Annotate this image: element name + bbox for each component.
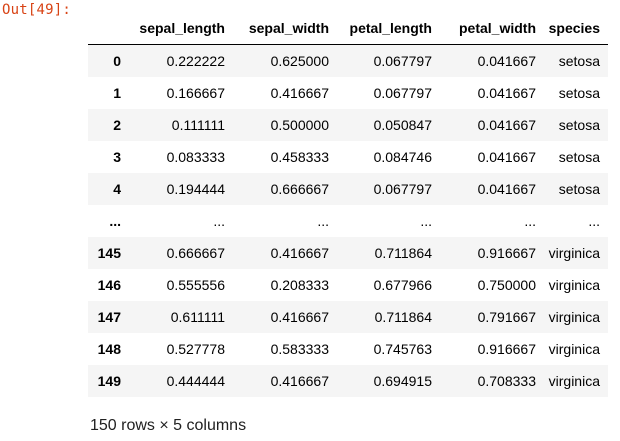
row-index: 2 [113, 117, 121, 133]
column-header-petal-width: petal_width [440, 12, 544, 45]
cell-petal-length: 0.067797 [373, 181, 432, 197]
output-prompt-label: Out[49]: [2, 2, 72, 18]
cell-species: setosa [558, 85, 600, 101]
cell-sepal-length: 0.083333 [166, 149, 225, 165]
cell-sepal-length: 0.611111 [170, 309, 225, 325]
table-row: 4 0.194444 0.666667 0.067797 0.041667 se… [88, 173, 608, 205]
dataframe-table: sepal_length sepal_width petal_length pe… [88, 12, 608, 397]
cell-sepal-width: 0.666667 [270, 181, 329, 197]
cell-petal-length: 0.067797 [373, 53, 432, 69]
cell-petal-width: 0.791667 [477, 309, 536, 325]
cell-sepal-width: 0.208333 [270, 277, 329, 293]
cell-sepal-width: 0.583333 [270, 341, 329, 357]
cell-sepal-length: 0.166667 [166, 85, 225, 101]
row-index: 145 [97, 245, 121, 261]
row-index: ... [109, 213, 121, 229]
cell-species: setosa [558, 149, 600, 165]
cell-sepal-width: 0.416667 [270, 373, 329, 389]
cell-petal-width: 0.750000 [477, 277, 536, 293]
table-body: 0 0.222222 0.625000 0.067797 0.041667 se… [88, 44, 608, 397]
cell-sepal-width: 0.500000 [270, 117, 329, 133]
cell-sepal-length: 0.666667 [166, 245, 225, 261]
cell-petal-length: 0.677966 [373, 277, 432, 293]
cell-petal-width: 0.916667 [477, 245, 536, 261]
cell-petal-width: 0.041667 [477, 85, 536, 101]
column-header-sepal-length: sepal_length [133, 12, 233, 45]
cell-ellipsis: ... [524, 213, 536, 229]
row-index: 148 [97, 341, 121, 357]
row-index: 146 [97, 277, 121, 293]
table-row: 145 0.666667 0.416667 0.711864 0.916667 … [88, 237, 608, 269]
cell-sepal-width: 0.625000 [270, 53, 329, 69]
cell-species: virginica [548, 309, 600, 325]
cell-petal-width: 0.041667 [477, 181, 536, 197]
cell-species: virginica [548, 245, 600, 261]
cell-species: virginica [548, 341, 600, 357]
column-header-species: species [544, 12, 608, 45]
table-header: sepal_length sepal_width petal_length pe… [88, 12, 608, 45]
cell-species: setosa [558, 53, 600, 69]
table-row: 0 0.222222 0.625000 0.067797 0.041667 se… [88, 44, 608, 77]
cell-sepal-length: 0.222222 [166, 53, 225, 69]
cell-petal-length: 0.711864 [374, 309, 432, 325]
cell-species: virginica [548, 277, 600, 293]
cell-petal-width: 0.041667 [477, 117, 536, 133]
cell-petal-width: 0.708333 [477, 373, 536, 389]
row-index: 149 [97, 373, 121, 389]
ellipsis-row: ... ... ... ... ... ... [88, 205, 608, 237]
cell-petal-length: 0.745763 [373, 341, 432, 357]
cell-ellipsis: ... [420, 213, 432, 229]
cell-sepal-width: 0.458333 [270, 149, 329, 165]
table-row: 149 0.444444 0.416667 0.694915 0.708333 … [88, 365, 608, 397]
cell-species: setosa [558, 181, 600, 197]
cell-ellipsis: ... [588, 213, 600, 229]
dataframe-shape-summary: 150 rows × 5 columns [90, 417, 247, 434]
column-header-sepal-width: sepal_width [233, 12, 337, 45]
cell-sepal-length: 0.194444 [166, 181, 225, 197]
cell-sepal-width: 0.416667 [270, 245, 329, 261]
column-header-petal-length: petal_length [337, 12, 440, 45]
row-index: 147 [97, 309, 121, 325]
cell-sepal-length: 0.444444 [166, 373, 225, 389]
cell-petal-length: 0.067797 [373, 85, 432, 101]
table-row: 148 0.527778 0.583333 0.745763 0.916667 … [88, 333, 608, 365]
cell-sepal-length: 0.555556 [166, 277, 225, 293]
cell-sepal-width: 0.416667 [270, 85, 329, 101]
row-index: 4 [113, 181, 121, 197]
table-row: 146 0.555556 0.208333 0.677966 0.750000 … [88, 269, 608, 301]
header-row: sepal_length sepal_width petal_length pe… [88, 12, 608, 45]
cell-petal-width: 0.041667 [477, 53, 536, 69]
table-row: 2 0.111111 0.500000 0.050847 0.041667 se… [88, 109, 608, 141]
table-row: 1 0.166667 0.416667 0.067797 0.041667 se… [88, 77, 608, 109]
cell-petal-length: 0.694915 [373, 373, 432, 389]
cell-species: virginica [548, 373, 600, 389]
row-index: 1 [113, 85, 121, 101]
cell-sepal-width: 0.416667 [270, 309, 329, 325]
table-row: 3 0.083333 0.458333 0.084746 0.041667 se… [88, 141, 608, 173]
cell-petal-length: 0.711864 [374, 245, 432, 261]
cell-sepal-length: 0.527778 [166, 341, 225, 357]
cell-petal-width: 0.916667 [477, 341, 536, 357]
cell-petal-length: 0.084746 [373, 149, 432, 165]
cell-petal-length: 0.050847 [373, 117, 432, 133]
cell-ellipsis: ... [317, 213, 329, 229]
cell-petal-width: 0.041667 [477, 149, 536, 165]
cell-species: setosa [558, 117, 600, 133]
index-header [88, 12, 133, 45]
cell-sepal-length: 0.111111 [171, 117, 225, 133]
row-index: 3 [113, 149, 121, 165]
row-index: 0 [113, 53, 121, 69]
cell-ellipsis: ... [213, 213, 225, 229]
table-row: 147 0.611111 0.416667 0.711864 0.791667 … [88, 301, 608, 333]
